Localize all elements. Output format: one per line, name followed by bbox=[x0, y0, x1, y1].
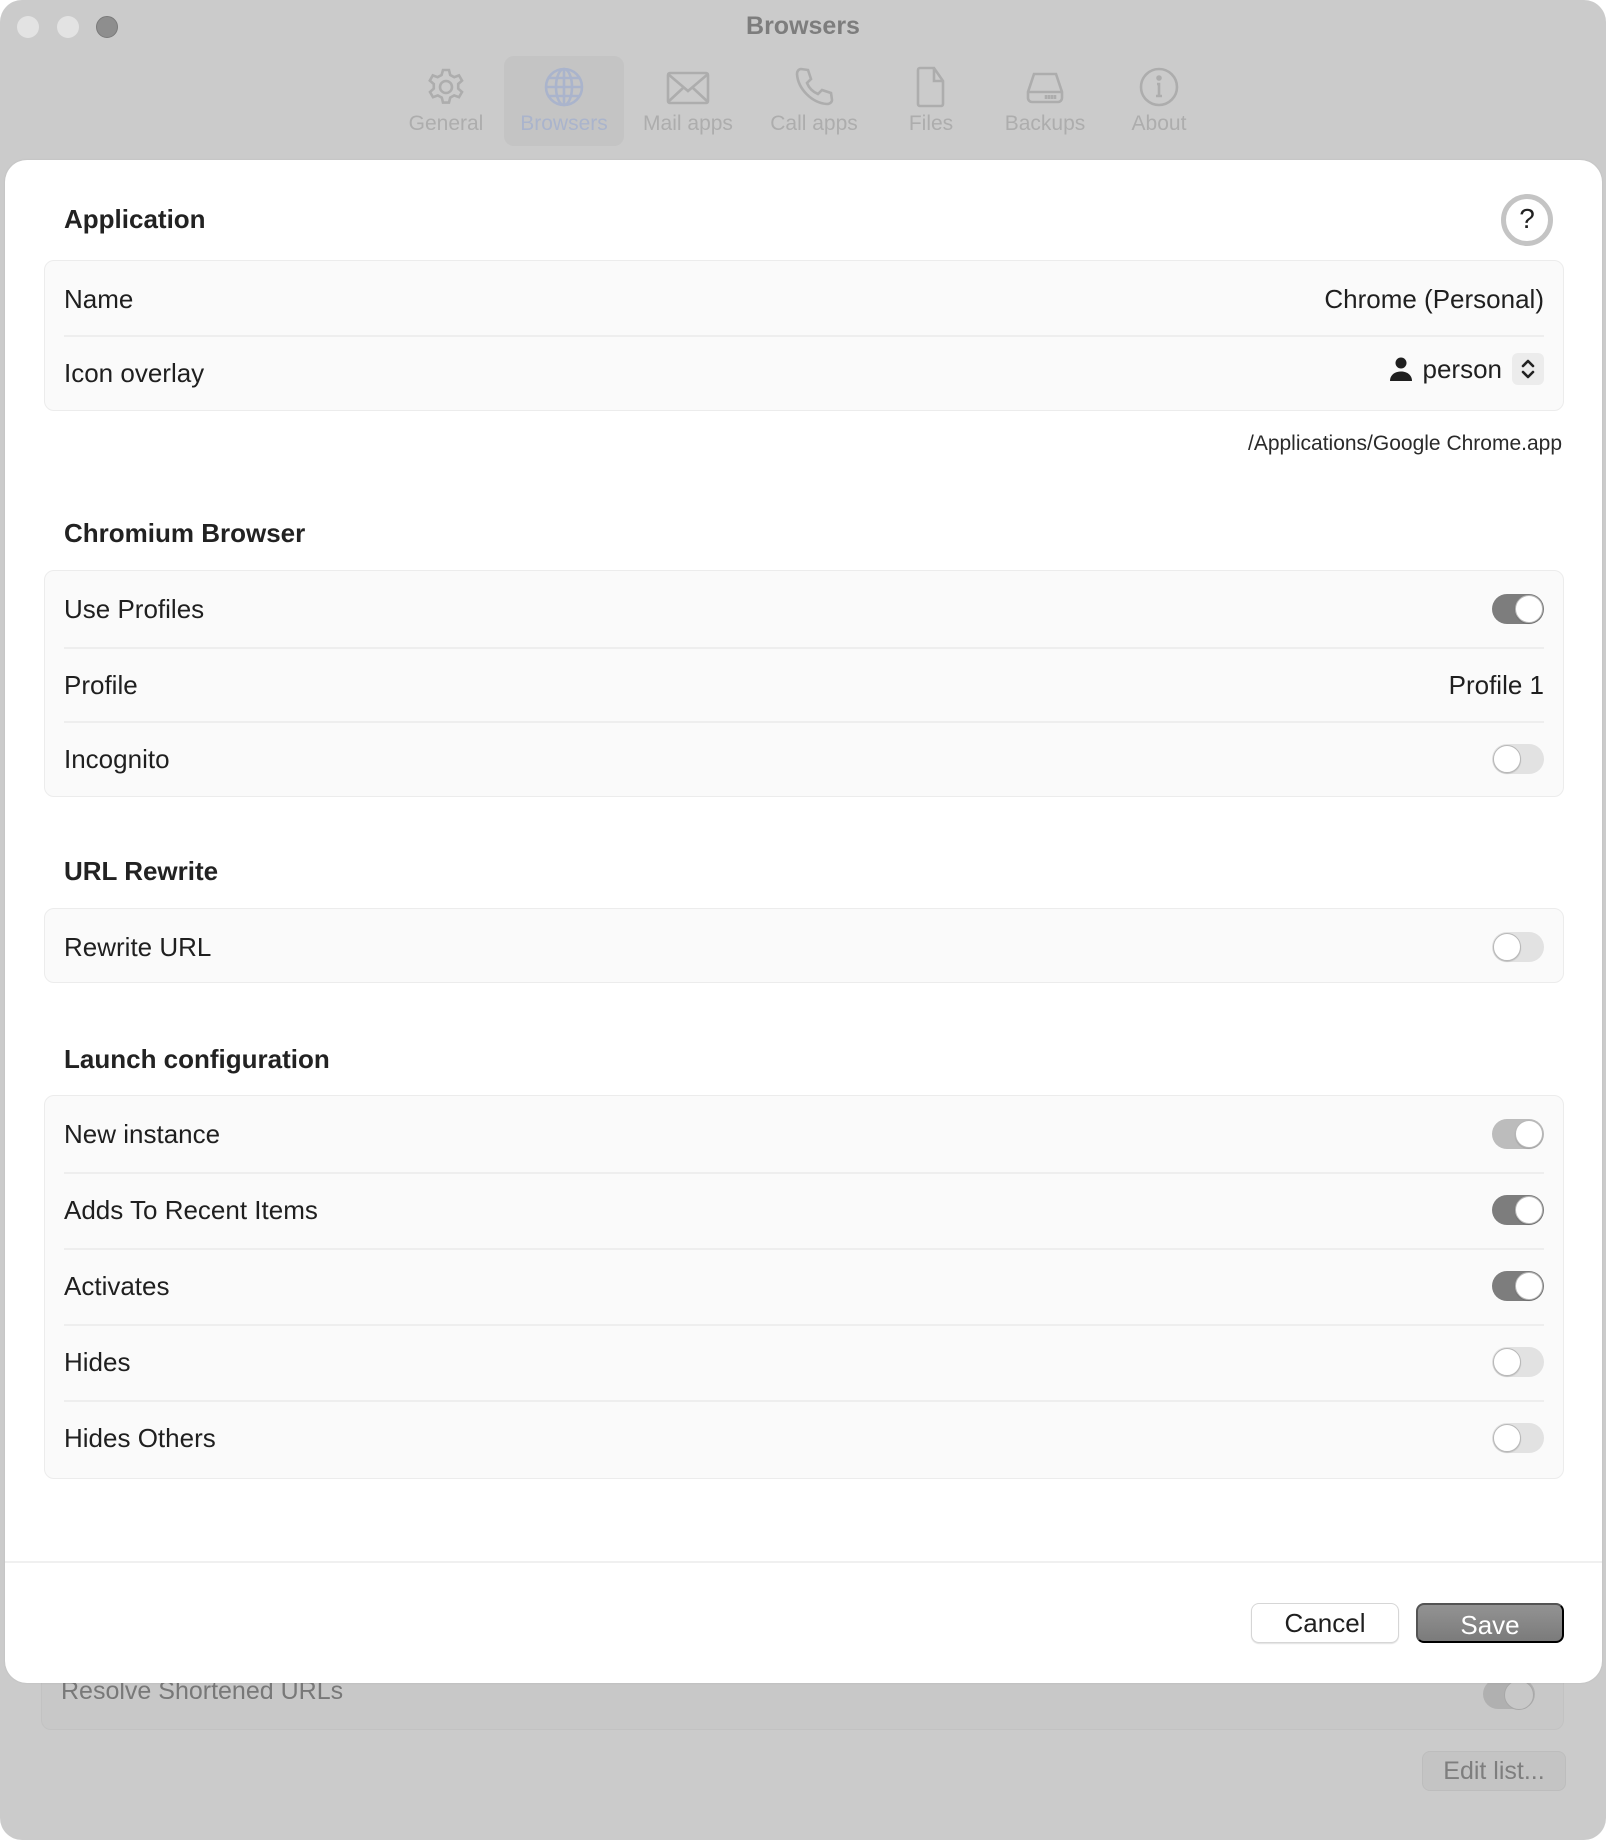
tab-label: Backups bbox=[1004, 112, 1086, 135]
tab-general[interactable]: General bbox=[396, 56, 496, 146]
window-title: Browsers bbox=[746, 12, 860, 40]
incognito-toggle[interactable] bbox=[1492, 744, 1544, 774]
use-profiles-row: Use Profiles bbox=[45, 571, 1563, 647]
tab-label: Mail apps bbox=[643, 112, 733, 135]
rewrite-url-row: Rewrite URL bbox=[45, 909, 1563, 982]
icon-overlay-row: Icon overlay person bbox=[45, 335, 1563, 410]
launch-row-new-instance: New instance bbox=[45, 1096, 1563, 1172]
info-icon bbox=[1139, 67, 1179, 107]
icon-overlay-value: person bbox=[1422, 353, 1503, 384]
section-title-url-rewrite: URL Rewrite bbox=[64, 856, 219, 886]
tab-call-apps[interactable]: Call apps bbox=[758, 56, 870, 146]
background-resolve-urls-toggle bbox=[1483, 1679, 1535, 1710]
chevron-up-down-icon bbox=[1521, 359, 1535, 379]
profile-label: Profile bbox=[64, 670, 138, 700]
hides-toggle[interactable] bbox=[1492, 1347, 1544, 1377]
drive-icon bbox=[1026, 72, 1064, 104]
launch-row-activates: Activates bbox=[45, 1248, 1563, 1324]
application-path: /Applications/Google Chrome.app bbox=[1247, 432, 1562, 455]
chromium-group: Use Profiles Profile Profile 1 Incognito bbox=[44, 570, 1564, 797]
envelope-icon bbox=[666, 71, 710, 105]
tab-label: Call apps bbox=[770, 112, 858, 135]
incognito-row: Incognito bbox=[45, 721, 1563, 797]
preferences-toolbar: General Browsers Mail apps Call apps Fil… bbox=[0, 56, 1606, 146]
cancel-button[interactable]: Cancel bbox=[1251, 1603, 1399, 1643]
help-button[interactable]: ? bbox=[1501, 194, 1553, 246]
launch-item-label: Adds To Recent Items bbox=[64, 1195, 318, 1225]
profile-row: Profile Profile 1 bbox=[45, 647, 1563, 721]
incognito-label: Incognito bbox=[64, 744, 170, 774]
launch-group: New instance Adds To Recent Items Activa… bbox=[44, 1095, 1564, 1479]
edit-browser-sheet: Application ? Name Chrome (Personal) Ico… bbox=[5, 160, 1602, 1683]
rewrite-url-toggle[interactable] bbox=[1492, 932, 1544, 962]
toggle-knob bbox=[1493, 1348, 1521, 1376]
popup-stepper bbox=[1512, 353, 1544, 385]
toggle-knob bbox=[1493, 933, 1521, 961]
save-button[interactable]: Save bbox=[1416, 1603, 1564, 1643]
toggle-knob bbox=[1515, 595, 1543, 623]
phone-icon bbox=[795, 67, 834, 106]
use-profiles-toggle[interactable] bbox=[1492, 594, 1544, 624]
question-mark-icon: ? bbox=[1519, 203, 1535, 234]
tab-label: About bbox=[1131, 112, 1187, 135]
use-profiles-label: Use Profiles bbox=[64, 594, 205, 624]
url-rewrite-group: Rewrite URL bbox=[44, 908, 1564, 983]
icon-overlay-popup[interactable]: person bbox=[1389, 353, 1544, 385]
name-value[interactable]: Chrome (Personal) bbox=[1324, 284, 1544, 315]
edit-list-button: Edit list... bbox=[1422, 1751, 1566, 1791]
globe-icon bbox=[544, 67, 584, 107]
launch-item-label: Hides bbox=[64, 1347, 131, 1377]
application-group: Name Chrome (Personal) Icon overlay pers… bbox=[44, 260, 1564, 411]
toggle-knob bbox=[1515, 1272, 1543, 1300]
toggle-knob bbox=[1493, 745, 1521, 773]
launch-item-label: Hides Others bbox=[64, 1423, 216, 1453]
name-label: Name bbox=[64, 284, 134, 314]
launch-row-hides: Hides bbox=[45, 1324, 1563, 1400]
section-title-launch: Launch configuration bbox=[64, 1044, 330, 1074]
tab-files[interactable]: Files bbox=[886, 56, 976, 146]
launch-item-label: New instance bbox=[64, 1119, 221, 1149]
name-row: Name Chrome (Personal) bbox=[45, 261, 1563, 335]
tab-label: Browsers bbox=[520, 112, 608, 135]
adds-to-recent-toggle[interactable] bbox=[1492, 1195, 1544, 1225]
tab-mail-apps[interactable]: Mail apps bbox=[632, 56, 744, 146]
document-icon bbox=[916, 66, 945, 108]
hides-others-toggle[interactable] bbox=[1492, 1423, 1544, 1453]
launch-item-label: Activates bbox=[64, 1271, 170, 1301]
tab-label: General bbox=[408, 112, 484, 135]
rewrite-url-label: Rewrite URL bbox=[64, 932, 212, 962]
toggle-knob bbox=[1515, 1120, 1543, 1148]
profile-value[interactable]: Profile 1 bbox=[1449, 670, 1544, 701]
launch-row-hides-others: Hides Others bbox=[45, 1400, 1563, 1476]
toggle-knob bbox=[1493, 1424, 1521, 1452]
gear-icon bbox=[428, 68, 464, 104]
section-title-chromium: Chromium Browser bbox=[64, 518, 306, 548]
tab-backups[interactable]: Backups bbox=[990, 56, 1100, 146]
launch-row-adds-to-recent: Adds To Recent Items bbox=[45, 1172, 1563, 1248]
section-title-application: Application bbox=[64, 204, 206, 234]
icon-overlay-label: Icon overlay bbox=[64, 358, 205, 388]
tab-about[interactable]: About bbox=[1114, 56, 1204, 146]
tab-browsers[interactable]: Browsers bbox=[504, 56, 624, 146]
tab-label: Files bbox=[908, 112, 954, 135]
activates-toggle[interactable] bbox=[1492, 1271, 1544, 1301]
person-icon bbox=[1389, 357, 1412, 381]
footer-divider bbox=[5, 1561, 1602, 1563]
new-instance-toggle[interactable] bbox=[1492, 1119, 1544, 1149]
toggle-knob bbox=[1515, 1196, 1543, 1224]
